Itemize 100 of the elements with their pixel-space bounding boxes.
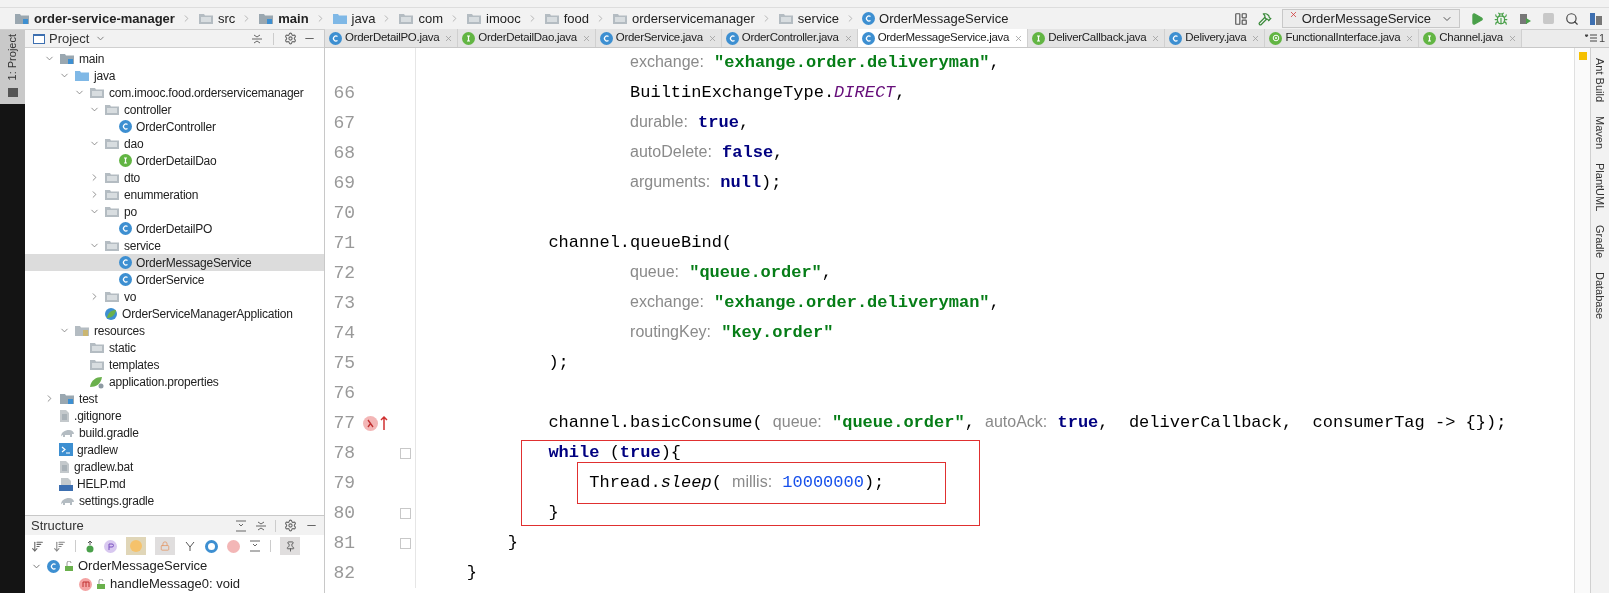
code-token: }: [548, 502, 559, 525]
anonymous-class-icon[interactable]: [205, 539, 218, 553]
expand-all-icon[interactable]: [249, 540, 261, 552]
settings-icon[interactable]: [284, 519, 297, 532]
search-icon[interactable]: [1565, 11, 1579, 26]
tree-item[interactable]: templates: [25, 356, 324, 373]
line-number: 82: [333, 562, 355, 583]
hammer-icon[interactable]: [1257, 11, 1272, 26]
tree-item[interactable]: vo: [25, 288, 324, 305]
collapse-all-icon[interactable]: [251, 32, 263, 45]
tree-item[interactable]: OrderMessageService: [25, 254, 324, 271]
tree-item[interactable]: dao: [25, 135, 324, 152]
tree-item[interactable]: dto: [25, 169, 324, 186]
breadcrumb-item[interactable]: java: [331, 8, 376, 29]
close-icon[interactable]: [1014, 33, 1024, 43]
inherited-icon[interactable]: [85, 539, 95, 553]
editor-tab[interactable]: FunctionalInterface.java: [1265, 29, 1420, 47]
tree-item[interactable]: application.properties: [25, 373, 324, 390]
tree-item[interactable]: HELP.md: [25, 475, 324, 492]
editor-tab[interactable]: OrderService.java: [595, 29, 722, 47]
editor-tab[interactable]: Channel.java: [1419, 29, 1522, 47]
field-toggle[interactable]: [126, 537, 146, 555]
collapse-all-icon[interactable]: [255, 519, 267, 532]
sort-icon[interactable]: [31, 539, 44, 553]
settings-icon[interactable]: [284, 32, 297, 45]
breadcrumb-item[interactable]: orderservicemanager: [612, 8, 755, 29]
editor-tab[interactable]: Delivery.java: [1165, 29, 1266, 47]
expand-all-icon[interactable]: [235, 519, 247, 532]
tree-item[interactable]: static: [25, 339, 324, 356]
tool-window-tab[interactable]: Ant Build: [1591, 58, 1609, 103]
breadcrumb-item[interactable]: main: [258, 8, 309, 29]
run-icon[interactable]: [1470, 11, 1484, 26]
close-icon[interactable]: [1151, 33, 1161, 43]
property-toggle[interactable]: [104, 539, 117, 553]
close-icon[interactable]: [1405, 33, 1415, 43]
tree-item[interactable]: gradlew: [25, 441, 324, 458]
close-icon[interactable]: [1507, 33, 1517, 43]
tree-item[interactable]: OrderDetailPO: [25, 220, 324, 237]
tree-item[interactable]: service: [25, 237, 324, 254]
tree-item[interactable]: po: [25, 203, 324, 220]
breadcrumb-item[interactable]: imooc: [466, 8, 521, 29]
tree-item[interactable]: .gitignore: [25, 407, 324, 424]
editor-tab[interactable]: OrderController.java: [721, 29, 858, 47]
tree-item[interactable]: gradlew.bat: [25, 458, 324, 475]
close-icon[interactable]: [444, 33, 454, 43]
lock-toggle[interactable]: [155, 537, 175, 555]
project-tool-tab[interactable]: 1: Project: [0, 30, 25, 85]
tool-window-tab[interactable]: Gradle: [1591, 225, 1609, 259]
tree-item[interactable]: java: [25, 67, 324, 84]
folder-icon: [197, 12, 214, 25]
fold-marker-icon[interactable]: [399, 447, 411, 459]
tool-window-tab[interactable]: Database: [1591, 272, 1609, 320]
project-structure-icon[interactable]: [1589, 11, 1603, 26]
tree-item[interactable]: controller: [25, 101, 324, 118]
run-configuration-dropdown[interactable]: OrderMessageService: [1281, 9, 1460, 28]
editor-tab[interactable]: DeliverCallback.java: [1028, 29, 1166, 47]
breadcrumb-item[interactable]: OrderMessageService: [862, 8, 1009, 29]
editor-tab[interactable]: OrderDetailDao.java: [458, 29, 596, 47]
editor-tab[interactable]: OrderDetailPO.java: [325, 29, 459, 47]
layout-icon[interactable]: [1233, 11, 1248, 26]
fold-marker-icon[interactable]: [399, 537, 411, 549]
tool-window-tab[interactable]: Maven: [1591, 116, 1609, 150]
tree-item[interactable]: enummeration: [25, 186, 324, 203]
debug-icon[interactable]: [1494, 11, 1508, 26]
tree-item[interactable]: OrderService: [25, 271, 324, 288]
lambda-toggle-icon[interactable]: [227, 539, 240, 553]
tree-item[interactable]: test: [25, 390, 324, 407]
breadcrumb-item[interactable]: src: [197, 8, 236, 29]
autoscroll-toggle[interactable]: [280, 537, 300, 555]
breadcrumb-item[interactable]: order-service-manager: [14, 8, 175, 29]
tree-item[interactable]: main: [25, 50, 324, 67]
up-arrow-icon[interactable]: [379, 415, 388, 431]
close-icon[interactable]: [581, 33, 591, 43]
tree-item[interactable]: handleMessage0: void: [25, 575, 324, 593]
close-icon[interactable]: [707, 33, 717, 43]
close-icon[interactable]: [843, 33, 853, 43]
tab-overflow-menu[interactable]: 1: [1584, 29, 1609, 47]
tree-item[interactable]: OrderServiceManagerApplication: [25, 305, 324, 322]
warning-marker[interactable]: [1578, 52, 1587, 60]
close-icon[interactable]: [1251, 33, 1261, 43]
lambda-icon[interactable]: [362, 415, 378, 431]
stop-icon[interactable]: [1542, 12, 1555, 25]
line-number: 71: [333, 232, 355, 253]
sort-icon[interactable]: [53, 539, 66, 553]
tree-item[interactable]: OrderDetailDao: [25, 152, 324, 169]
folder-icon: [104, 239, 120, 252]
tree-item[interactable]: settings.gradle: [25, 492, 324, 509]
tool-window-tab[interactable]: PlantUML: [1591, 163, 1609, 212]
tree-item[interactable]: com.imooc.food.orderservicemanager: [25, 84, 324, 101]
tree-item[interactable]: resources: [25, 322, 324, 339]
tree-item[interactable]: OrderController: [25, 118, 324, 135]
tree-item[interactable]: OrderMessageService: [25, 557, 324, 575]
hierarchy-icon[interactable]: [184, 540, 196, 552]
coverage-icon[interactable]: [1518, 11, 1532, 26]
editor-tab[interactable]: OrderMessageService.java: [857, 29, 1029, 47]
tree-item[interactable]: build.gradle: [25, 424, 324, 441]
breadcrumb-item[interactable]: com: [398, 8, 443, 29]
breadcrumb-item[interactable]: service: [777, 8, 840, 29]
breadcrumb-item[interactable]: food: [543, 8, 589, 29]
fold-marker-icon[interactable]: [399, 507, 411, 519]
